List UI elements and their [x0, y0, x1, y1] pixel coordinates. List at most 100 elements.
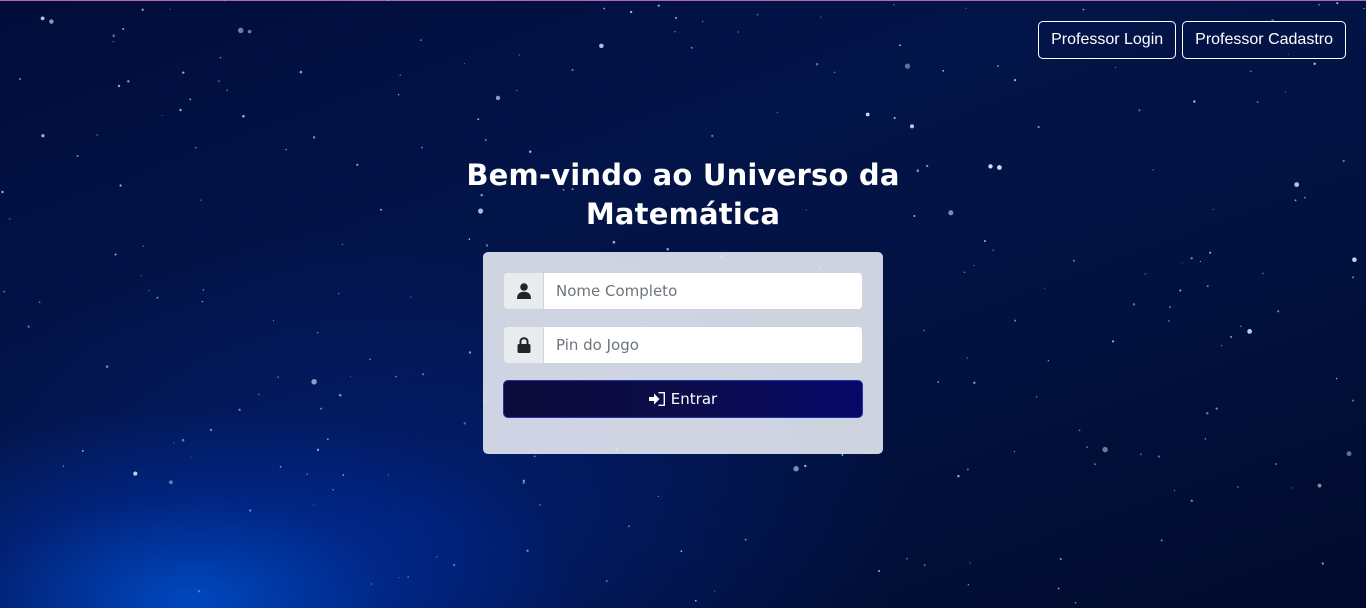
- star: [1082, 8, 1085, 11]
- star: [966, 468, 969, 471]
- star: [169, 8, 171, 10]
- star: [190, 456, 192, 458]
- star: [966, 357, 968, 359]
- top-navigation: Professor Login Professor Cadastro: [1038, 21, 1346, 59]
- star: [776, 111, 779, 114]
- star: [397, 94, 400, 96]
- star: [242, 114, 245, 118]
- star: [1102, 446, 1108, 453]
- star: [421, 146, 423, 149]
- star: [1256, 101, 1259, 103]
- star: [833, 71, 836, 74]
- star: [1160, 539, 1163, 542]
- star: [841, 453, 844, 456]
- star: [435, 556, 438, 558]
- star: [410, 296, 412, 298]
- star: [666, 248, 669, 251]
- star: [526, 549, 529, 552]
- star: [272, 320, 274, 322]
- star: [380, 208, 383, 211]
- star: [279, 465, 282, 468]
- star: [49, 19, 54, 24]
- star: [387, 474, 390, 476]
- star: [804, 464, 807, 468]
- user-icon: [504, 273, 544, 309]
- star: [338, 393, 342, 397]
- star: [395, 375, 397, 378]
- star: [452, 563, 456, 567]
- professor-login-button[interactable]: Professor Login: [1038, 21, 1177, 59]
- star: [195, 147, 197, 149]
- star: [1072, 259, 1076, 262]
- star: [1190, 257, 1193, 260]
- star: [141, 8, 144, 11]
- star: [1220, 344, 1223, 347]
- star: [1249, 70, 1252, 73]
- star: [3, 290, 6, 293]
- star: [629, 10, 633, 14]
- star: [1352, 276, 1355, 279]
- name-input[interactable]: [544, 273, 862, 309]
- star: [1237, 486, 1239, 488]
- star: [477, 118, 480, 121]
- star: [909, 124, 915, 129]
- star: [923, 564, 926, 567]
- star: [793, 466, 799, 472]
- star: [1206, 285, 1209, 288]
- star: [237, 27, 244, 34]
- name-input-group: [503, 272, 863, 310]
- star: [1093, 463, 1097, 466]
- star: [468, 238, 471, 240]
- page-title: Bem-vindo ao Universo da Matemática: [433, 156, 933, 234]
- star: [285, 148, 287, 151]
- star: [1013, 78, 1017, 82]
- star: [217, 80, 220, 83]
- star: [38, 301, 41, 304]
- star: [179, 108, 182, 112]
- star: [702, 20, 704, 23]
- star: [516, 89, 518, 92]
- professor-cadastro-button[interactable]: Professor Cadastro: [1182, 21, 1346, 59]
- star: [948, 210, 954, 216]
- star: [112, 34, 115, 37]
- star: [1204, 438, 1207, 440]
- star: [878, 570, 880, 572]
- star: [937, 381, 939, 383]
- star: [485, 244, 489, 247]
- star: [599, 43, 604, 49]
- star: [680, 550, 683, 552]
- star: [189, 98, 192, 101]
- star: [528, 150, 532, 154]
- pin-input[interactable]: [544, 327, 862, 363]
- star: [332, 488, 334, 491]
- star: [41, 134, 45, 138]
- star: [533, 455, 536, 458]
- star: [249, 509, 252, 512]
- star: [737, 31, 739, 33]
- pin-input-group: [503, 326, 863, 364]
- star: [420, 39, 422, 41]
- star: [1168, 320, 1170, 322]
- star: [422, 373, 425, 376]
- entrar-button[interactable]: Entrar: [503, 380, 863, 418]
- star: [350, 376, 352, 378]
- star: [1212, 208, 1215, 211]
- star: [258, 393, 260, 395]
- star: [522, 481, 525, 485]
- star: [1352, 257, 1357, 263]
- star: [182, 71, 185, 74]
- star: [1013, 450, 1016, 453]
- star: [127, 80, 130, 83]
- star: [168, 480, 173, 485]
- star: [694, 599, 697, 602]
- star: [96, 133, 99, 136]
- star: [386, 0, 389, 2]
- star: [197, 590, 201, 593]
- star: [1209, 251, 1212, 254]
- star: [311, 379, 317, 385]
- star: [865, 112, 870, 117]
- star: [1074, 601, 1077, 604]
- star: [1144, 273, 1147, 275]
- star: [312, 136, 316, 139]
- star: [923, 329, 925, 332]
